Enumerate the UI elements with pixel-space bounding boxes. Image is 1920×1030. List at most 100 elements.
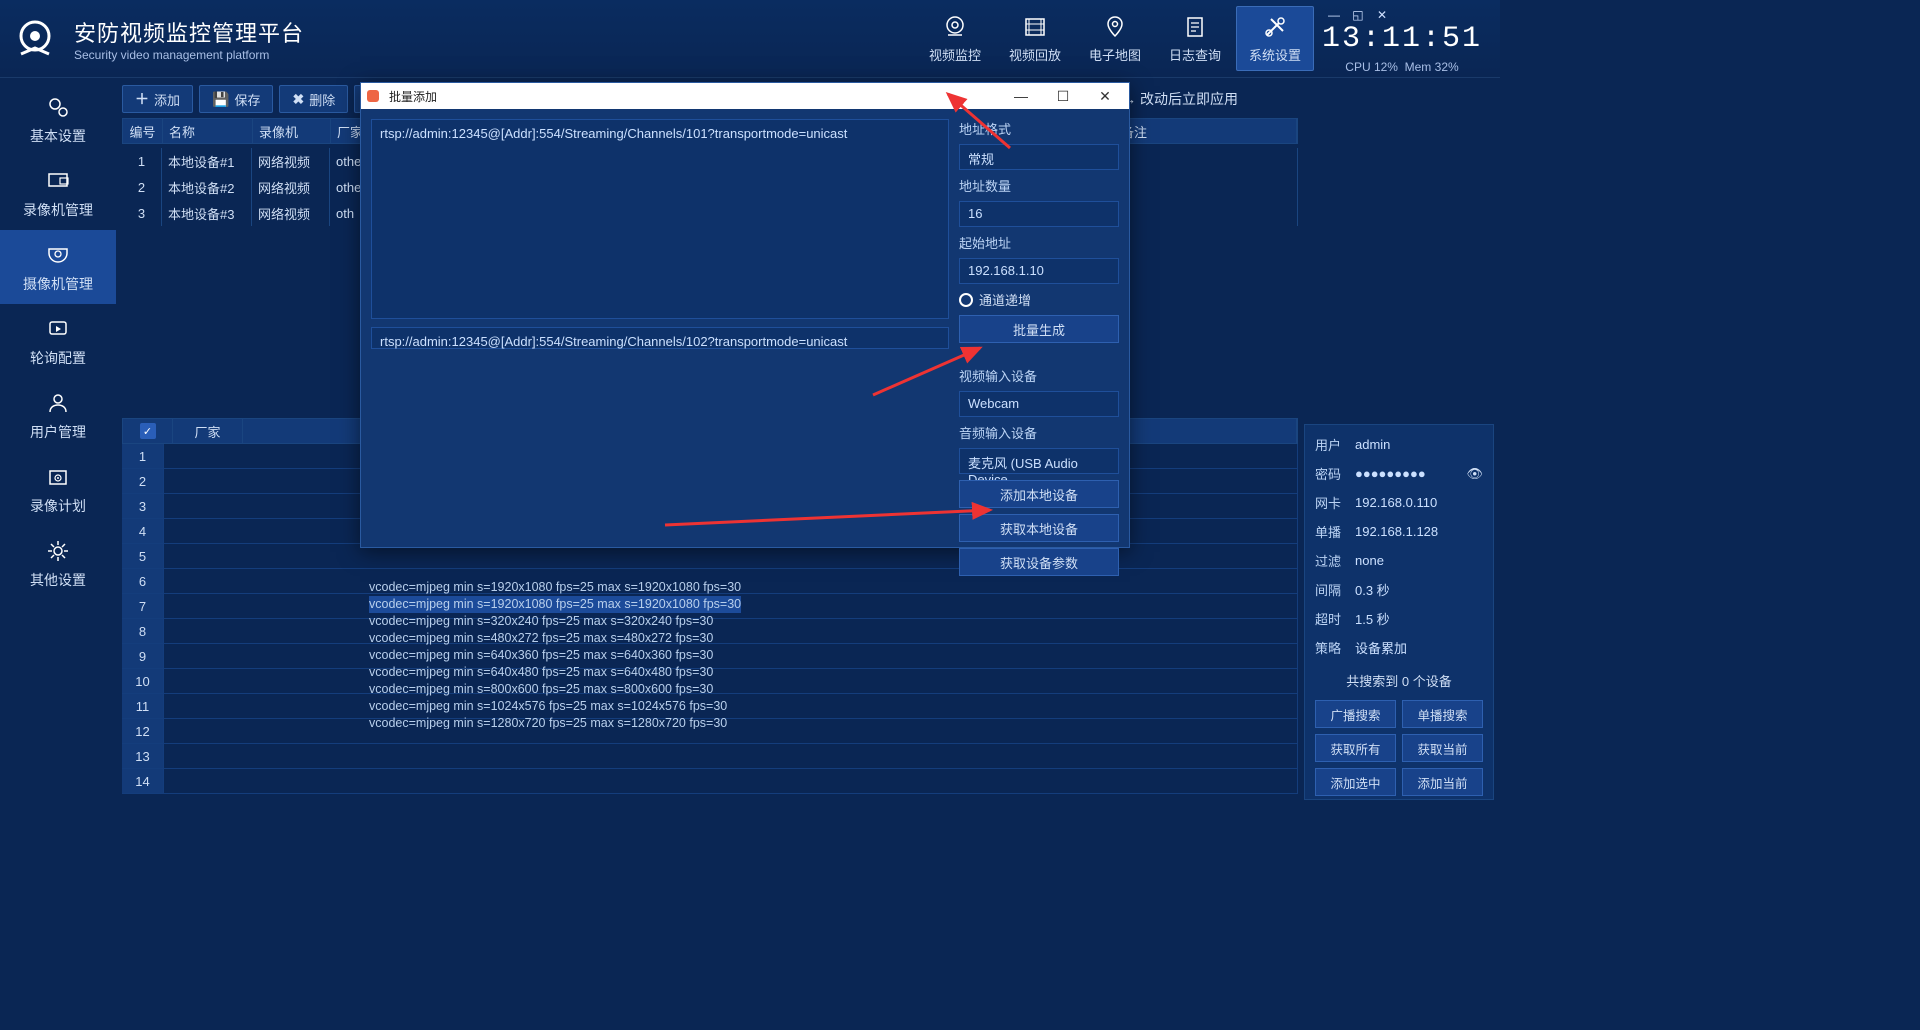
start-addr-label: 起始地址 — [959, 233, 1119, 252]
rp-pwd-label: 密码 — [1315, 464, 1345, 483]
window-close-button[interactable]: ✕ — [1374, 8, 1390, 22]
add-local-device-button[interactable]: 添加本地设备 — [959, 480, 1119, 508]
channel-increment-checkbox[interactable]: 通道递增 — [959, 290, 1119, 309]
codec-option[interactable]: vcodec=mjpeg min s=1024x576 fps=25 max s… — [369, 698, 741, 715]
col-id: 编号 — [123, 119, 163, 143]
film-icon — [1021, 13, 1049, 41]
dialog-maximize-button[interactable]: ☐ — [1045, 88, 1081, 105]
list-item[interactable]: 13 — [122, 744, 1298, 769]
cpu-usage: CPU 12% — [1345, 60, 1398, 74]
codec-option[interactable]: vcodec=mjpeg min s=1920x1080 fps=25 max … — [369, 596, 741, 613]
map-pin-icon — [1101, 13, 1129, 41]
list-item[interactable]: 14 — [122, 769, 1298, 794]
rp-interval-value[interactable]: 0.3 秒 — [1355, 580, 1390, 599]
rp-nic-label: 网卡 — [1315, 493, 1345, 512]
batch-generate-button[interactable]: 批量生成 — [959, 315, 1119, 343]
sidebar-basic-settings[interactable]: 基本设置 — [0, 82, 116, 156]
lower-col-check[interactable]: ✓ — [123, 419, 173, 443]
close-icon: ✖ — [292, 91, 304, 108]
log-icon — [1181, 13, 1209, 41]
rtsp-main-input[interactable]: rtsp://admin:12345@[Addr]:554/Streaming/… — [371, 119, 949, 319]
rp-policy-label: 策略 — [1315, 638, 1345, 657]
codec-option[interactable]: vcodec=mjpeg min s=480x272 fps=25 max s=… — [369, 630, 741, 647]
app-logo-icon — [10, 14, 60, 64]
sidebar-recorder-mgmt[interactable]: 录像机管理 — [0, 156, 116, 230]
start-addr-input[interactable]: 192.168.1.10 — [959, 258, 1119, 284]
sidebar-camera-mgmt[interactable]: 摄像机管理 — [0, 230, 116, 304]
nav-video-playback[interactable]: 视频回放 — [996, 6, 1074, 71]
unicast-search-button[interactable]: 单播搜索 — [1402, 700, 1483, 728]
delete-button[interactable]: ✖删除 — [279, 85, 348, 113]
codec-option[interactable]: vcodec=mjpeg min s=640x480 fps=25 max s=… — [369, 664, 741, 681]
mem-usage: Mem 32% — [1405, 60, 1459, 74]
window-minimize-button[interactable]: — — [1326, 8, 1342, 22]
sidebar-polling-config[interactable]: 轮询配置 — [0, 304, 116, 378]
audio-input-select[interactable]: 麦克风 (USB Audio Device — [959, 448, 1119, 474]
add-selected-button[interactable]: 添加选中 — [1315, 768, 1396, 796]
lower-col-vendor: 厂家 — [173, 419, 243, 443]
sidebar-record-plan[interactable]: 录像计划 — [0, 452, 116, 526]
rp-user-label: 用户 — [1315, 435, 1345, 454]
add-button[interactable]: ＋添加 — [122, 85, 193, 113]
header-clock: 13:11:51 — [1322, 22, 1482, 60]
rp-filter-value[interactable]: none — [1355, 553, 1384, 568]
rp-unicast-value[interactable]: 192.168.1.128 — [1355, 524, 1438, 539]
sidebar-other-settings[interactable]: 其他设置 — [0, 526, 116, 600]
user-icon — [43, 388, 73, 418]
codec-option[interactable]: vcodec=mjpeg min s=640x360 fps=25 max s=… — [369, 647, 741, 664]
dialog-close-button[interactable]: ✕ — [1087, 88, 1123, 105]
app-subtitle: Security video management platform — [74, 48, 304, 62]
schedule-icon — [43, 462, 73, 492]
rp-timeout-value[interactable]: 1.5 秒 — [1355, 609, 1390, 628]
sidebar-user-mgmt[interactable]: 用户管理 — [0, 378, 116, 452]
nav-log-query[interactable]: 日志查询 — [1156, 6, 1234, 71]
get-local-device-button[interactable]: 获取本地设备 — [959, 514, 1119, 542]
rp-user-value[interactable]: admin — [1355, 437, 1390, 452]
nav-video-monitor[interactable]: 视频监控 — [916, 6, 994, 71]
check-icon: ✓ — [140, 423, 156, 439]
addr-count-label: 地址数量 — [959, 176, 1119, 195]
rp-unicast-label: 单播 — [1315, 522, 1345, 541]
addr-count-input[interactable]: 16 — [959, 201, 1119, 227]
search-panel: 用户 admin 密码 ●●●●●●●●● 👁 网卡 192.168.0.110 单播 1… — [1304, 424, 1494, 800]
plus-icon: ＋ — [135, 89, 149, 109]
codec-option[interactable]: vcodec=mjpeg min s=1280x720 fps=25 max s… — [369, 715, 741, 729]
cycle-icon — [43, 314, 73, 344]
rp-timeout-label: 超时 — [1315, 609, 1345, 628]
nav-electronic-map[interactable]: 电子地图 — [1076, 6, 1154, 71]
rp-interval-label: 间隔 — [1315, 580, 1345, 599]
dialog-minimize-button[interactable]: — — [1003, 88, 1039, 104]
app-title: 安防视频监控管理平台 — [74, 16, 304, 48]
batch-add-dialog: 批量添加 — ☐ ✕ rtsp://admin:12345@[Addr]:554… — [360, 82, 1130, 548]
get-current-button[interactable]: 获取当前 — [1402, 734, 1483, 762]
audio-input-label: 音频输入设备 — [959, 423, 1119, 442]
get-device-params-button[interactable]: 获取设备参数 — [959, 548, 1119, 576]
codec-option[interactable]: vcodec=mjpeg min s=320x240 fps=25 max s=… — [369, 613, 741, 630]
rtsp-sub-input[interactable]: rtsp://admin:12345@[Addr]:554/Streaming/… — [371, 327, 949, 349]
codec-option[interactable]: vcodec=mjpeg min s=1920x1080 fps=25 max … — [369, 579, 741, 596]
window-maximize-button[interactable]: ◱ — [1350, 8, 1366, 22]
rp-pwd-value[interactable]: ●●●●●●●●● — [1355, 466, 1426, 481]
rp-result-count: 共搜索到 0 个设备 — [1315, 671, 1483, 690]
rp-nic-value[interactable]: 192.168.0.110 — [1355, 495, 1437, 510]
col-recorder: 录像机 — [253, 119, 331, 143]
eye-icon[interactable]: 👁 — [1466, 466, 1483, 482]
addr-format-select[interactable]: 常规 — [959, 144, 1119, 170]
save-icon: 💾 — [212, 91, 229, 108]
nav-system-settings[interactable]: 系统设置 — [1236, 6, 1314, 71]
col-note: 备注 — [1115, 119, 1297, 143]
rp-policy-value[interactable]: 设备累加 — [1355, 638, 1407, 657]
camera-icon — [941, 13, 969, 41]
video-input-select[interactable]: Webcam — [959, 391, 1119, 417]
codec-list[interactable]: vcodec=mjpeg min s=1920x1080 fps=25 max … — [361, 579, 741, 729]
monitor-icon — [43, 166, 73, 196]
gear-icon — [43, 536, 73, 566]
broadcast-search-button[interactable]: 广播搜索 — [1315, 700, 1396, 728]
codec-option[interactable]: vcodec=mjpeg min s=800x600 fps=25 max s=… — [369, 681, 741, 698]
save-button[interactable]: 💾保存 — [199, 85, 273, 113]
gears-icon — [43, 92, 73, 122]
dialog-icon — [367, 90, 379, 102]
get-all-button[interactable]: 获取所有 — [1315, 734, 1396, 762]
add-current-button[interactable]: 添加当前 — [1402, 768, 1483, 796]
video-input-label: 视频输入设备 — [959, 366, 1119, 385]
